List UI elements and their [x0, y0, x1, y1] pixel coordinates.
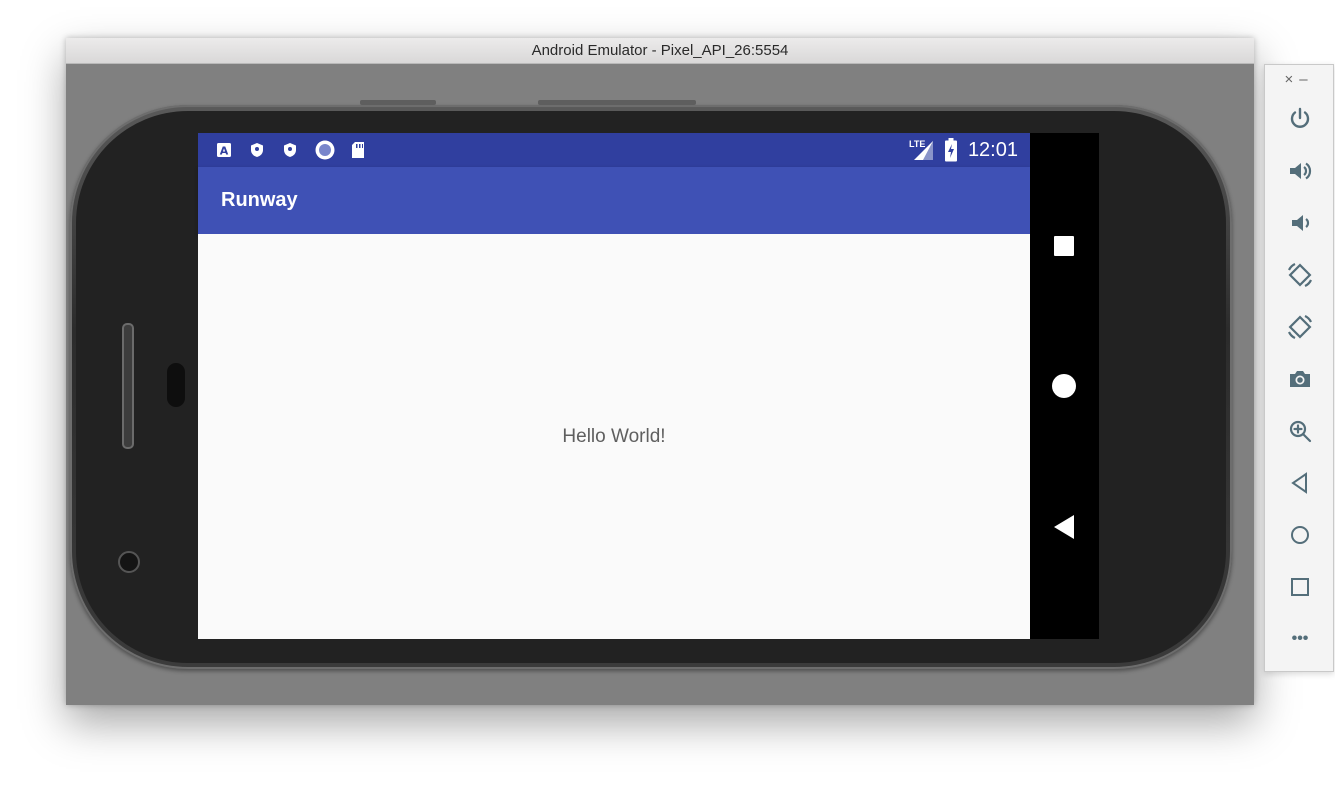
app-title: Runway — [221, 189, 298, 211]
home-icon[interactable] — [1282, 517, 1318, 553]
network-type-label: LTE — [909, 139, 926, 149]
app-bar: Runway — [198, 167, 1030, 234]
svg-text:A: A — [220, 145, 229, 158]
toolbar-window-controls: ×– — [1265, 71, 1333, 88]
proximity-sensor — [167, 363, 185, 407]
volume-hardware-button[interactable] — [360, 100, 436, 105]
home-circle-icon[interactable] — [1051, 373, 1077, 399]
front-camera — [118, 551, 140, 573]
volume-up-icon[interactable] — [1282, 153, 1318, 189]
emulator-toolbar: ×– ••• — [1264, 64, 1334, 672]
hello-text: Hello World! — [562, 426, 666, 447]
navigation-bar — [1030, 133, 1099, 639]
close-icon[interactable]: × — [1284, 71, 1299, 88]
status-time: 12:01 — [967, 139, 1018, 161]
volume-down-icon[interactable] — [1282, 205, 1318, 241]
recents-square-icon[interactable] — [1052, 234, 1076, 258]
shield-icon — [248, 141, 266, 159]
power-hardware-button[interactable] — [538, 100, 696, 105]
power-icon[interactable] — [1282, 101, 1318, 137]
zoom-icon[interactable] — [1282, 413, 1318, 449]
rotate-left-icon[interactable] — [1282, 257, 1318, 293]
status-bar: A LTE 12:01 — [198, 133, 1030, 167]
device-screen[interactable]: A LTE 12:01 Runway Hello World! — [198, 133, 1099, 639]
circle-record-icon — [314, 139, 336, 161]
speaker-grille — [122, 323, 134, 449]
battery-charging-icon — [944, 138, 958, 162]
back-triangle-icon[interactable] — [1052, 514, 1076, 540]
camera-icon[interactable] — [1282, 361, 1318, 397]
more-icon[interactable]: ••• — [1282, 621, 1318, 657]
overview-icon[interactable] — [1282, 569, 1318, 605]
minimize-icon[interactable]: – — [1299, 71, 1313, 88]
shield-icon — [281, 141, 299, 159]
back-icon[interactable] — [1282, 465, 1318, 501]
app-content: Hello World! — [198, 234, 1030, 639]
sd-card-icon — [349, 141, 367, 159]
window-title: Android Emulator - Pixel_API_26:5554 — [66, 38, 1254, 64]
accessibility-a-icon: A — [215, 141, 233, 159]
rotate-right-icon[interactable] — [1282, 309, 1318, 345]
